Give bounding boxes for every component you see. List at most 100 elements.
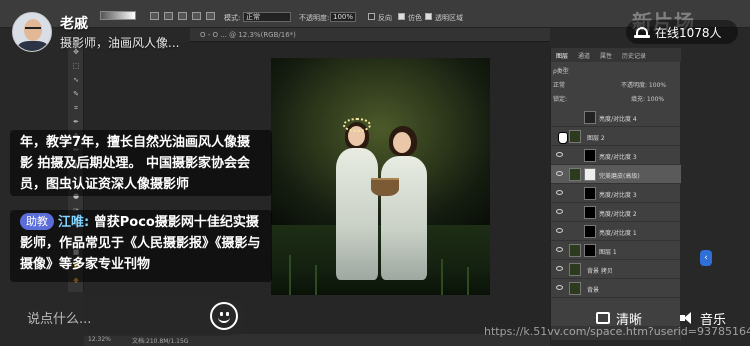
adjustment-thumb-icon xyxy=(584,111,596,124)
chat-message: 年，教学7年，擅长自然光油画风人像摄影 拍摄及后期处理。 中国摄影家协会会员，图… xyxy=(10,130,272,196)
classroom-icon xyxy=(634,25,650,39)
reverse-checkbox[interactable] xyxy=(368,13,375,20)
message-username[interactable]: 江唯: xyxy=(58,215,89,230)
layer-row[interactable]: 亮度/对比度 4 xyxy=(551,108,681,127)
layer-thumb xyxy=(569,130,581,143)
diamond-gradient-icon[interactable] xyxy=(206,12,215,20)
layer-row[interactable]: 亮度/对比度 2 xyxy=(551,203,681,222)
layer-row[interactable]: 亮度/对比度 3 xyxy=(551,146,681,165)
eyedropper-tool-icon[interactable]: ✒ xyxy=(72,118,80,126)
portrait-photo xyxy=(271,58,490,295)
layer-mask-thumb xyxy=(584,206,596,219)
emoji-mouth xyxy=(218,316,230,323)
layer-row[interactable]: 亮度/对比度 1 xyxy=(551,222,681,241)
layer-row[interactable]: 背景 xyxy=(551,279,681,298)
layer-name: 亮度/对比度 4 xyxy=(599,116,637,123)
mode-label: 模式: xyxy=(224,14,241,22)
basket xyxy=(371,178,399,196)
lock-label: 锁定: xyxy=(553,96,568,103)
opacity-field[interactable]: 100% xyxy=(330,12,356,22)
online-count-pill[interactable]: 在线1078人 xyxy=(626,20,738,44)
layer-mask-thumb xyxy=(584,187,596,200)
tab-properties[interactable]: 属性 xyxy=(600,51,612,60)
layer-row[interactable]: 图层 1 xyxy=(551,241,681,260)
layer-row[interactable]: 完美磨皮(高级) xyxy=(551,165,681,184)
emoji-button[interactable] xyxy=(210,302,238,330)
avatar-suit xyxy=(17,41,49,51)
quick-select-tool-icon[interactable]: ✎ xyxy=(72,90,80,98)
layer-mask-thumb xyxy=(584,244,596,257)
crop-tool-icon[interactable]: ⌗ xyxy=(72,104,80,112)
document-tab[interactable]: O - O ... @ 12.3%(RGB/16*) xyxy=(200,31,296,39)
grass-blade xyxy=(441,259,443,295)
transparency-checkbox[interactable] xyxy=(425,13,432,20)
layer-opacity[interactable]: 不透明度: 100% xyxy=(621,80,666,90)
url-watermark: https://k.51vv.com/space.htm?userid=9378… xyxy=(484,325,750,338)
layer-mask-thumb xyxy=(584,149,596,162)
visibility-eye-icon[interactable] xyxy=(556,266,563,271)
layer-thumb xyxy=(569,282,581,295)
online-count: 在线1078人 xyxy=(655,25,722,40)
tab-layers[interactable]: 图层 xyxy=(556,51,568,60)
layer-thumb xyxy=(569,244,581,257)
message-text: 年，教学7年，擅长自然光油画风人像摄影 拍摄及后期处理。 中国摄影家协会会员，图… xyxy=(20,135,251,192)
message-text: 曾获Poco摄影网十佳纪实摄影师，作品常见于《人民摄影报》《摄影与摄像》等多家专… xyxy=(20,215,261,272)
lasso-tool-icon[interactable]: ∿ xyxy=(72,76,80,84)
fill-field[interactable]: 填充: 100% xyxy=(631,94,664,104)
flower-wreath xyxy=(343,118,371,132)
layer-mask-thumb xyxy=(584,168,596,181)
layer-row[interactable]: 亮度/对比度 3 xyxy=(551,184,681,203)
assistant-badge: 助教 xyxy=(20,213,54,230)
visibility-eye-icon[interactable] xyxy=(556,190,563,195)
layer-row[interactable]: 图层 2 xyxy=(551,127,681,146)
reflected-gradient-icon[interactable] xyxy=(192,12,201,20)
mode-select[interactable]: 正常 xyxy=(243,12,291,22)
kind-filter[interactable]: ρ类型 xyxy=(553,66,569,76)
host-avatar[interactable] xyxy=(12,12,52,52)
doc-size: 文档:210.8M/1.15G xyxy=(132,338,189,345)
dress-left xyxy=(336,148,378,280)
visibility-eye-icon[interactable] xyxy=(556,228,563,233)
live-stream-view: 模式: 正常 不透明度: 100% 反向 仿色 透明区域 O - O ... @… xyxy=(0,0,750,346)
layer-row[interactable]: 背景 拷贝 xyxy=(551,260,681,279)
visibility-eye-icon[interactable] xyxy=(556,171,563,176)
hand-cursor-icon xyxy=(558,132,568,144)
head-right xyxy=(393,132,411,153)
visibility-eye-icon[interactable] xyxy=(556,285,563,290)
tab-channels[interactable]: 通道 xyxy=(578,51,590,60)
host-name[interactable]: 老戚 xyxy=(60,13,88,33)
layer-name: 图层 1 xyxy=(599,249,617,256)
volume-icon xyxy=(680,311,696,325)
layer-name: 背景 拷贝 xyxy=(587,268,613,275)
linear-gradient-icon[interactable] xyxy=(150,12,159,20)
opacity-label: 不透明度: xyxy=(299,14,330,22)
dither-checkbox[interactable] xyxy=(398,13,405,20)
zoom-level[interactable]: 12.32% xyxy=(88,336,111,343)
visibility-eye-icon[interactable] xyxy=(556,247,563,252)
layer-name: 亮度/对比度 3 xyxy=(599,154,637,161)
reverse-label: 反向 xyxy=(378,14,392,22)
host-description: 摄影师，油画风人像... xyxy=(60,36,180,50)
chat-message: 助教 江唯: 曾获Poco摄影网十佳纪实摄影师，作品常见于《人民摄影报》《摄影与摄… xyxy=(10,210,272,282)
angle-gradient-icon[interactable] xyxy=(178,12,187,20)
gradient-swatch[interactable] xyxy=(100,11,136,20)
hd-icon xyxy=(596,312,610,324)
visibility-eye-icon[interactable] xyxy=(556,152,563,157)
grass-blade xyxy=(467,267,469,295)
radial-gradient-icon[interactable] xyxy=(164,12,173,20)
layer-name: 完美磨皮(高级) xyxy=(599,173,640,180)
layer-name: 亮度/对比度 2 xyxy=(599,211,637,218)
grass-blade xyxy=(315,265,317,295)
document-tabs: O - O ... @ 12.3%(RGB/16*) xyxy=(190,28,550,42)
blend-mode-select[interactable]: 正常 xyxy=(553,80,565,90)
layer-name: 背景 xyxy=(587,287,600,294)
marquee-tool-icon[interactable]: ⬚ xyxy=(72,62,80,70)
dress-right xyxy=(381,156,427,280)
expand-panel-icon[interactable]: ‹ xyxy=(700,250,712,266)
panel-tabs: 图层 通道 属性 历史记录 xyxy=(551,48,681,62)
layer-thumb xyxy=(569,263,581,276)
visibility-eye-icon[interactable] xyxy=(556,209,563,214)
layer-name: 图层 2 xyxy=(587,135,605,142)
tab-history[interactable]: 历史记录 xyxy=(622,51,646,60)
layer-thumb xyxy=(569,168,581,181)
